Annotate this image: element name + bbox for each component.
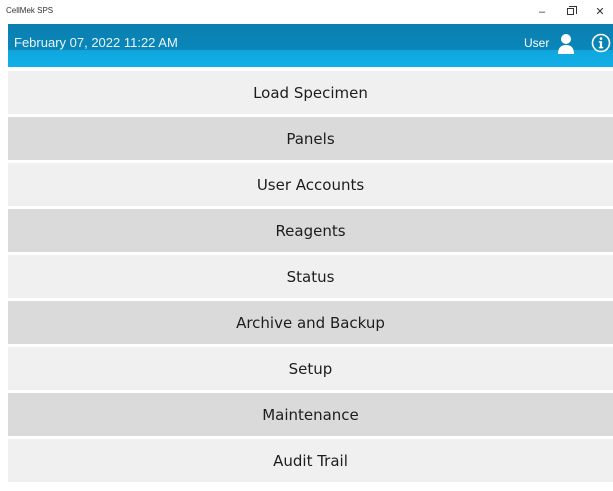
menu-item-audit-trail[interactable]: Audit Trail bbox=[8, 439, 613, 482]
menu-item-status[interactable]: Status bbox=[8, 255, 613, 298]
info-icon[interactable] bbox=[591, 33, 611, 53]
menu-item-reagents[interactable]: Reagents bbox=[8, 209, 613, 252]
user-label[interactable]: User bbox=[524, 36, 549, 50]
close-button[interactable]: ✕ bbox=[591, 3, 609, 21]
menu-item-archive-and-backup[interactable]: Archive and Backup bbox=[8, 301, 613, 344]
main-menu: Load Specimen Panels User Accounts Reage… bbox=[8, 71, 613, 485]
menu-item-load-specimen[interactable]: Load Specimen bbox=[8, 71, 613, 114]
restore-icon bbox=[566, 6, 577, 15]
menu-item-setup[interactable]: Setup bbox=[8, 347, 613, 390]
app-header: February 07, 2022 11:22 AM User bbox=[8, 24, 613, 67]
minimize-button[interactable]: – bbox=[533, 3, 551, 21]
user-icon[interactable] bbox=[557, 33, 575, 55]
menu-item-panels[interactable]: Panels bbox=[8, 117, 613, 160]
window-titlebar: CellMek SPS – ✕ bbox=[0, 0, 613, 24]
datetime-display: February 07, 2022 11:22 AM bbox=[14, 35, 178, 50]
menu-item-maintenance[interactable]: Maintenance bbox=[8, 393, 613, 436]
menu-item-user-accounts[interactable]: User Accounts bbox=[8, 163, 613, 206]
restore-button[interactable] bbox=[561, 3, 579, 21]
window-title: CellMek SPS bbox=[6, 6, 54, 15]
